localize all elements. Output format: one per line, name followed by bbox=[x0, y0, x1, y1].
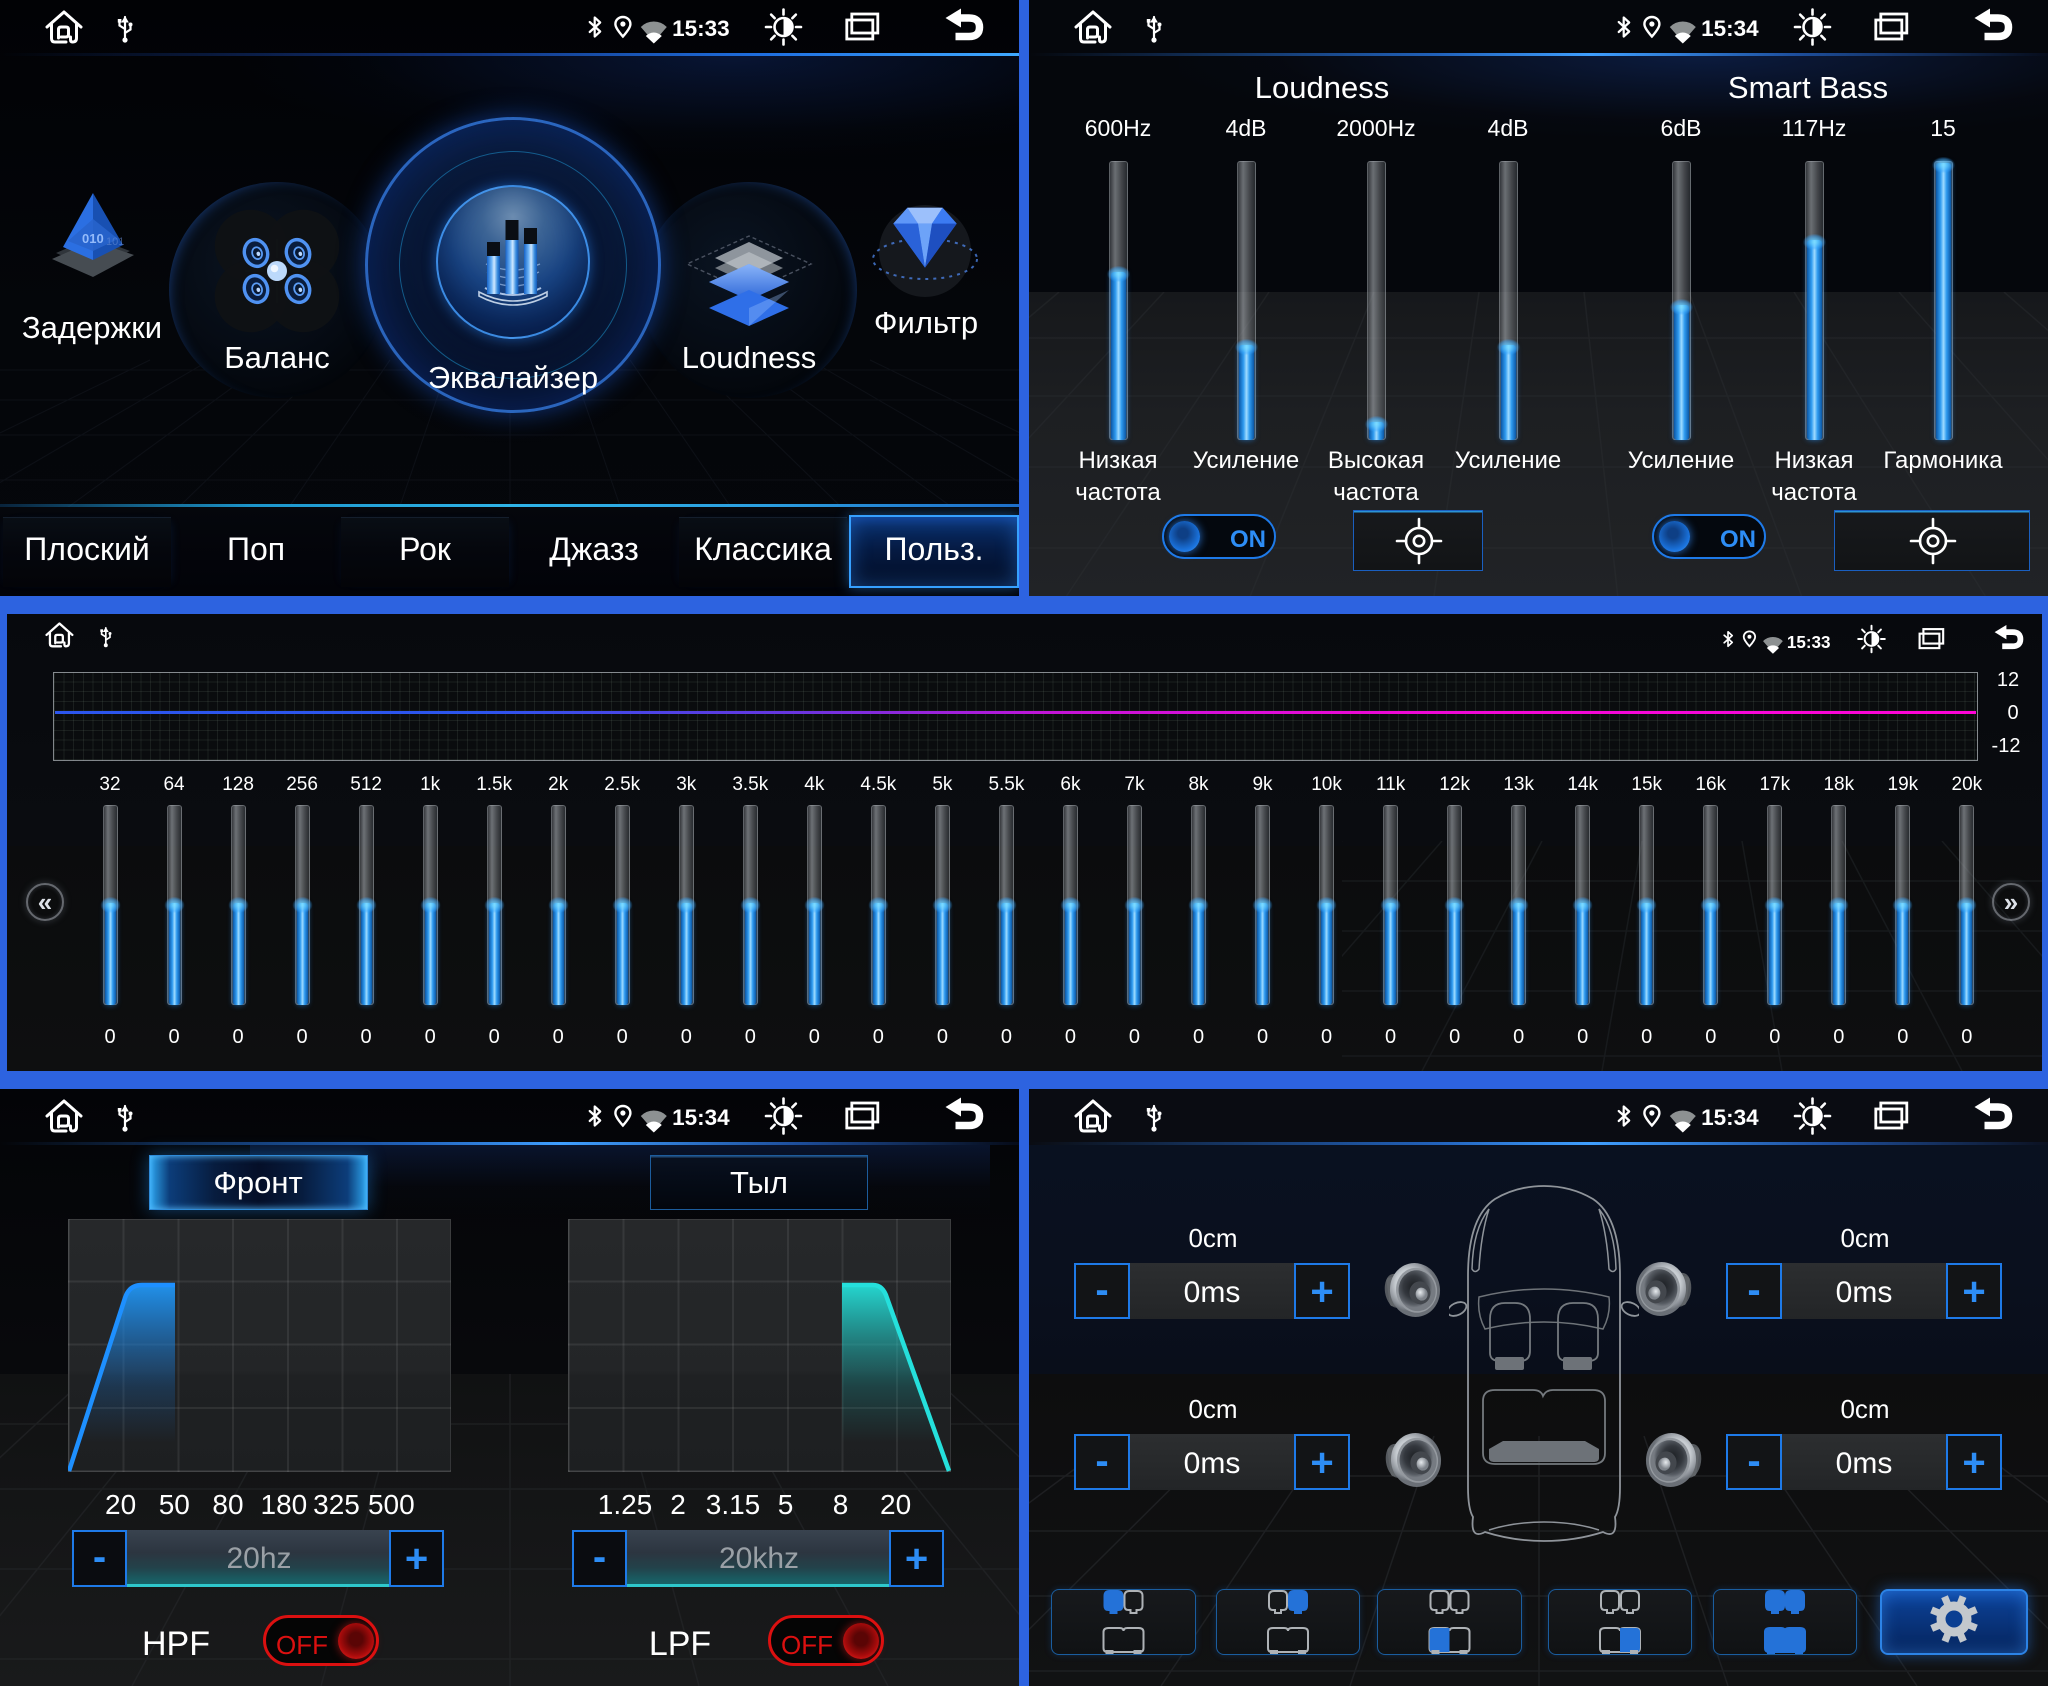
svg-text:15:34: 15:34 bbox=[1701, 16, 1759, 41]
svg-text:101: 101 bbox=[106, 236, 124, 248]
svg-text:15:33: 15:33 bbox=[672, 16, 730, 41]
svg-text:15:33: 15:33 bbox=[1787, 633, 1831, 652]
svg-text:15:34: 15:34 bbox=[672, 1105, 730, 1130]
svg-text:010: 010 bbox=[82, 231, 104, 246]
